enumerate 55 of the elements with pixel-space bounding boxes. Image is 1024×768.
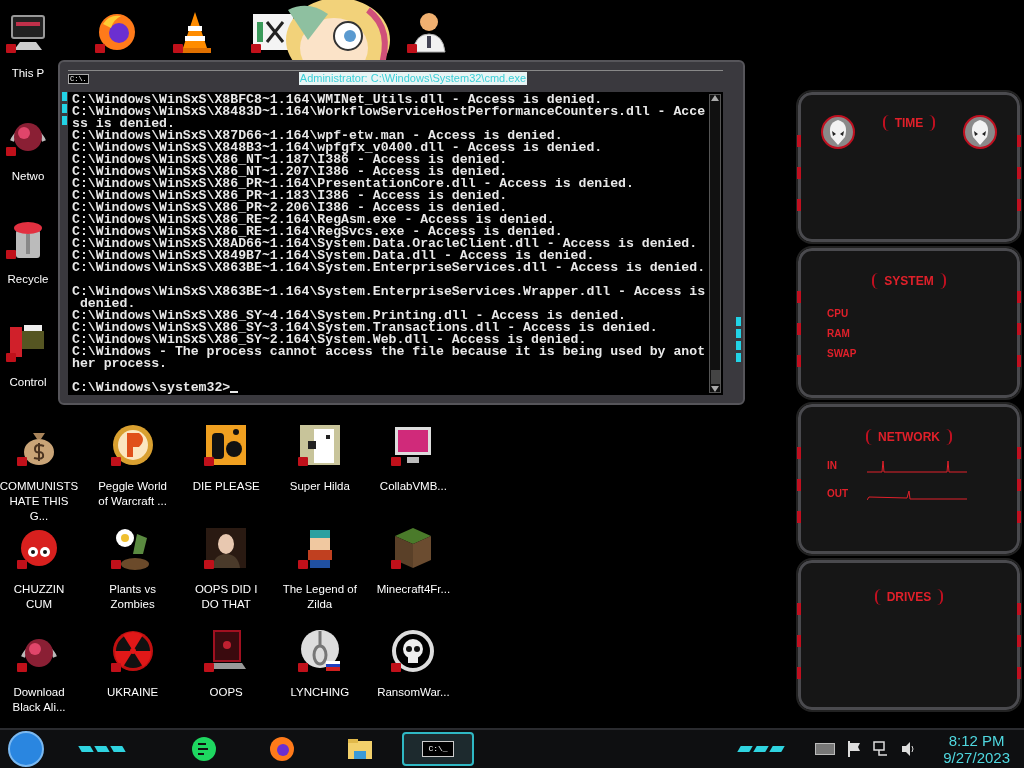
console-line: C:\Windows\WinSxS\X8BFC8~1.164\WMINet_Utils.dll - Access is denied. [72, 94, 603, 106]
console-line: C:\Windows\WinSxS\X86_PR~2.206\I386 - Access is denied. [72, 202, 508, 214]
icon-label[interactable]: CollabVMB... [378, 479, 448, 494]
icon-label[interactable]: Netwo [10, 169, 46, 184]
icon-label[interactable]: Download Black Ali... [0, 685, 78, 715]
icon-label[interactable]: OOPS [208, 685, 244, 700]
icon-label[interactable]: UKRAINE [106, 685, 160, 700]
console-line: C:\Windows\WinSxS\X86_NT~1.207\I386 - Access is denied. [72, 166, 508, 178]
icon-label[interactable]: LYNCHING [289, 685, 351, 700]
icon-label[interactable]: Super Hilda [288, 479, 351, 494]
console-line: C:\Windows\WinSxS\X86_RE~1.164\RegSvcs.exe - Access is denied. [72, 226, 563, 238]
console-line: C:\Windows\WinSxS\X8483D~1.164\WorkflowServiceHostPerformanceCounters.dll - Acce [72, 106, 707, 118]
icon-label[interactable]: RansomWar... [376, 685, 451, 700]
console-line: C:\Windows\WinSxS\X86_SY~3.164\System.Transactions.dll - Access is denied. [72, 322, 659, 334]
console-line: C:\Windows\WinSxS\X849B7~1.164\System.Data.dll - Access is denied. [72, 250, 595, 262]
gadget-title: NETWORK [866, 429, 952, 445]
stat-label: IN [827, 459, 838, 473]
stat-label: OUT [827, 487, 850, 501]
console-line: C:\Windows\WinSxS\X863BE~1.164\System.EnterpriseServices.Wrapper.dll - Access is [72, 286, 707, 298]
taskbar-app[interactable]: C:\_ [402, 732, 474, 766]
console-line: C:\Windows\WinSxS\X86_SY~2.164\System.Web.dll - Access is denied. [72, 334, 587, 346]
icon-label[interactable]: COMMUNISTS HATE THIS G... [0, 479, 80, 524]
stat-label: CPU [827, 307, 850, 321]
icon-label[interactable]: Recycle [6, 272, 50, 287]
console-line: C:\Windows\WinSxS\X86_RE~2.164\RegAsm.exe - Access is denied. [72, 214, 555, 226]
console-line: C:\Windows\WinSxS\X863BE~1.164\System.EnterpriseServices.dll - Access is denied. [72, 262, 707, 274]
console-line: C:\Windows\WinSxS\X86_PR~1.164\PresentationCore.dll - Access is denied. [72, 178, 635, 190]
console-line: her process. [72, 358, 168, 370]
console-line: ss is denied. [72, 118, 175, 130]
icon-label[interactable]: The Legend of Zilda [280, 582, 359, 612]
command-prompt: C:\Windows\system32> [72, 382, 231, 394]
console-line: C:\Windows\WinSxS\X86_PR~1.183\I386 - Access is denied. [72, 190, 509, 202]
window-title: Administrator: C:\Windows\System32\cmd.exe [298, 72, 527, 85]
clock-date[interactable]: 9/27/2023 [943, 749, 1010, 766]
console-line: C:\Windows\WinSxS\X8AD66~1.164\System.Data.OracleClient.dll - Access is denied. [72, 238, 699, 250]
icon-label[interactable]: Peggle World of Warcraft ... [93, 479, 172, 509]
stat-label: RAM [827, 327, 851, 341]
icon-label[interactable]: DIE PLEASE [191, 479, 261, 494]
icon-label[interactable]: Control [8, 375, 48, 390]
stat-label: SWAP [827, 347, 858, 361]
icon-label[interactable]: CHUZZIN CUM [0, 582, 78, 612]
console-line: C:\Windows - The process cannot access the file because it is being used by anot [72, 346, 707, 358]
console-line: C:\Windows\WinSxS\X87D66~1.164\wpf-etw.man - Access is denied. [72, 130, 563, 142]
clock-time[interactable]: 8:12 PM [948, 732, 1005, 749]
icon-label[interactable]: OOPS DID I DO THAT [187, 582, 266, 612]
console-line: C:\Windows\WinSxS\X86_NT~1.187\I386 - Access is denied. [72, 154, 509, 166]
gadget-title: TIME [882, 115, 936, 131]
gadget-title: DRIVES [874, 589, 944, 605]
icon-label[interactable]: Minecraft4Fr... [375, 582, 452, 597]
console-line: denied. [79, 298, 136, 310]
gadget-title: SYSTEM [872, 273, 946, 289]
icon-label[interactable]: This P [10, 66, 46, 81]
console-line: C:\Windows\WinSxS\X86_SY~4.164\System.Printing.dll - Access is denied. [72, 310, 626, 322]
icon-label[interactable]: Plants vs Zombies [93, 582, 172, 612]
console-line: C:\Windows\WinSxS\X848B3~1.164\wpfgfx_v0400.dll - Access is denied. [72, 142, 604, 154]
